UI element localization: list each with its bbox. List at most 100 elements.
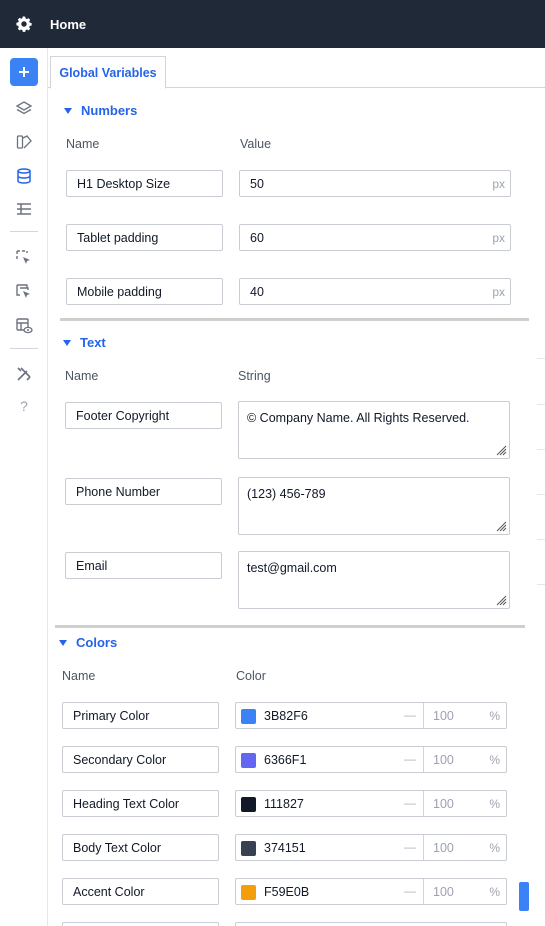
collapse-triangle-icon	[59, 639, 67, 646]
color-hex: F59E0B	[264, 885, 310, 899]
resize-grip-icon[interactable]	[495, 444, 507, 456]
section-numbers-header[interactable]: Numbers	[64, 103, 137, 118]
layers-icon	[15, 101, 33, 115]
column-header-color: Color	[236, 669, 266, 683]
selection-icon	[16, 250, 30, 264]
tools-button[interactable]	[10, 360, 38, 388]
top-bar: Home	[0, 0, 545, 48]
unit-label: px	[492, 284, 505, 299]
color-name-field[interactable]: Primary Color	[62, 702, 219, 729]
column-header-name: Name	[66, 137, 100, 151]
help-button[interactable]: ?	[10, 392, 38, 420]
color-value-field[interactable]: 374151 — 100%	[235, 834, 507, 861]
tab-global-variables[interactable]: Global Variables	[50, 56, 166, 89]
section-colors-header[interactable]: Colors	[59, 635, 117, 650]
color-name-field[interactable]: Body Text Color	[62, 834, 219, 861]
color-value-field[interactable]: F59E0B — 100%	[235, 878, 507, 905]
color-name-field[interactable]: Heading Text Color	[62, 790, 219, 817]
field-separator	[423, 879, 424, 904]
layout-eye-icon	[16, 318, 33, 334]
color-hex: 111827	[264, 797, 304, 811]
number-value: 60	[250, 230, 264, 245]
preview-button[interactable]	[10, 312, 38, 340]
number-value-field[interactable]: 60 px	[239, 224, 511, 251]
color-value-field[interactable]	[235, 922, 507, 926]
color-swatch[interactable]	[241, 841, 256, 856]
number-value-field[interactable]: 40 px	[239, 278, 511, 305]
opacity-value[interactable]: 100	[433, 841, 454, 855]
number-name-field[interactable]: Tablet padding	[66, 224, 223, 251]
shapes-icon	[16, 135, 32, 149]
string-value-textarea[interactable]: © Company Name. All Rights Reserved.	[238, 401, 510, 459]
opacity-value[interactable]: 100	[433, 885, 454, 899]
number-value-field[interactable]: 50 px	[239, 170, 511, 197]
dash-separator: —	[404, 708, 416, 722]
collapse-triangle-icon	[63, 339, 71, 346]
section-title: Text	[80, 335, 106, 350]
sidebar: ?	[0, 48, 48, 926]
color-hex: 3B82F6	[264, 709, 308, 723]
dash-separator: —	[404, 752, 416, 766]
resize-grip-icon[interactable]	[495, 594, 507, 606]
text-name-field[interactable]: Footer Copyright	[65, 402, 222, 429]
list-button[interactable]	[10, 195, 38, 223]
string-value: (123) 456-789	[247, 487, 326, 501]
opacity-value[interactable]: 100	[433, 753, 454, 767]
dash-separator: —	[404, 796, 416, 810]
list-icon	[17, 203, 31, 215]
gear-icon[interactable]	[0, 0, 48, 48]
field-separator	[423, 703, 424, 728]
color-name-field[interactable]: Accent Color	[62, 878, 219, 905]
percent-label: %	[489, 753, 500, 767]
select-multiple-button[interactable]	[10, 278, 38, 306]
percent-label: %	[489, 709, 500, 723]
percent-label: %	[489, 797, 500, 811]
string-value: test@gmail.com	[247, 561, 337, 575]
percent-label: %	[489, 885, 500, 899]
number-name-field[interactable]: H1 Desktop Size	[66, 170, 223, 197]
color-swatch[interactable]	[241, 885, 256, 900]
question-icon: ?	[20, 398, 28, 414]
unit-label: px	[492, 176, 505, 191]
color-name-field[interactable]: Secondary Color	[62, 746, 219, 773]
color-value-field[interactable]: 3B82F6 — 100%	[235, 702, 507, 729]
column-header-value: Value	[240, 137, 272, 151]
text-name-field[interactable]: Email	[65, 552, 222, 579]
color-value-field[interactable]: 111827 — 100%	[235, 790, 507, 817]
collapse-triangle-icon	[64, 107, 72, 114]
string-value: © Company Name. All Rights Reserved.	[247, 411, 470, 425]
field-separator	[423, 835, 424, 860]
color-swatch[interactable]	[241, 709, 256, 724]
section-text-header[interactable]: Text	[63, 335, 106, 350]
color-swatch[interactable]	[241, 797, 256, 812]
scroll-thumb[interactable]	[519, 882, 529, 911]
percent-label: %	[489, 841, 500, 855]
opacity-value[interactable]: 100	[433, 709, 454, 723]
sidebar-divider	[10, 348, 38, 349]
assets-button[interactable]	[10, 128, 38, 156]
database-button[interactable]	[10, 162, 38, 190]
page-title: Home	[50, 16, 87, 32]
dash-separator: —	[404, 840, 416, 854]
add-button[interactable]	[10, 58, 38, 86]
field-separator	[423, 791, 424, 816]
color-hex: 374151	[264, 841, 306, 855]
section-divider	[60, 318, 529, 321]
string-value-textarea[interactable]: test@gmail.com	[238, 551, 510, 609]
column-header-name: Name	[65, 369, 99, 383]
section-title: Numbers	[81, 103, 138, 118]
plus-icon	[19, 67, 29, 77]
opacity-value[interactable]: 100	[433, 797, 454, 811]
number-value: 50	[250, 176, 264, 191]
resize-grip-icon[interactable]	[495, 520, 507, 532]
field-separator	[423, 747, 424, 772]
number-name-field[interactable]: Mobile padding	[66, 278, 223, 305]
color-name-field[interactable]	[62, 922, 219, 926]
select-button[interactable]	[10, 244, 38, 272]
layers-button[interactable]	[10, 95, 38, 123]
string-value-textarea[interactable]: (123) 456-789	[238, 477, 510, 535]
text-name-field[interactable]: Phone Number	[65, 478, 222, 505]
number-value: 40	[250, 284, 264, 299]
color-value-field[interactable]: 6366F1 — 100%	[235, 746, 507, 773]
color-swatch[interactable]	[241, 753, 256, 768]
